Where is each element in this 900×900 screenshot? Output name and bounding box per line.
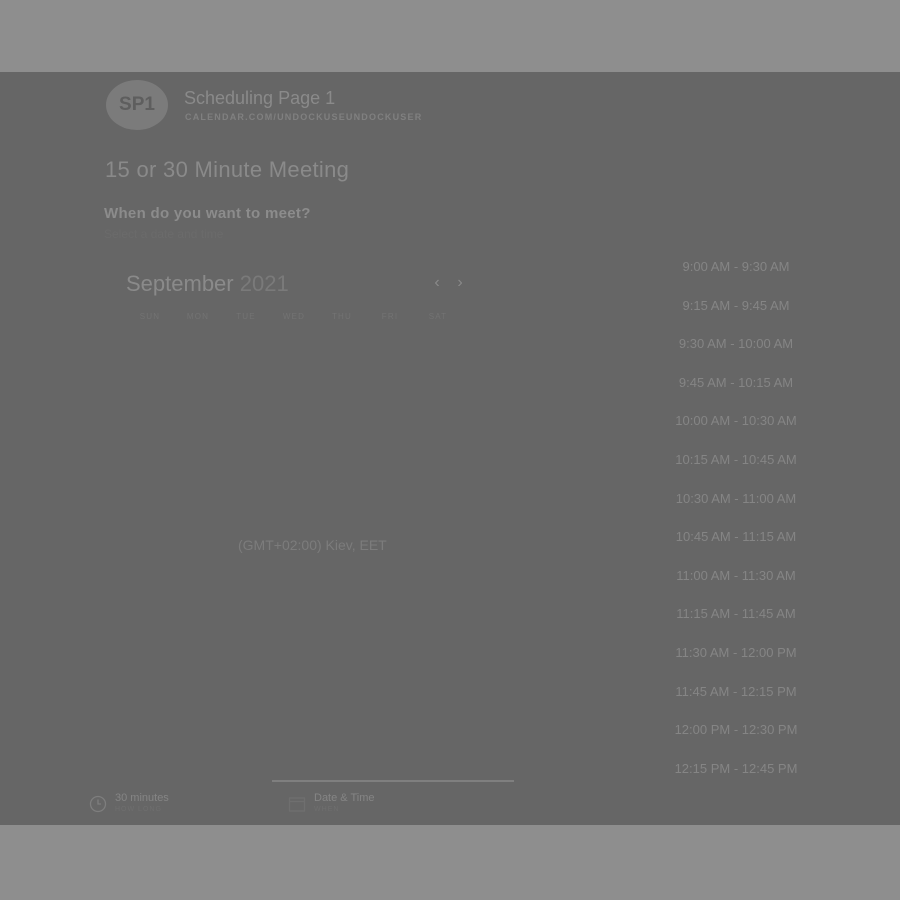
time-slot[interactable]: 11:45 AM - 12:15 PM	[663, 673, 809, 712]
time-slot-list: 9:00 AM - 9:30 AM 9:15 AM - 9:45 AM 9:30…	[663, 248, 809, 788]
time-slot[interactable]: 10:30 AM - 11:00 AM	[663, 480, 809, 519]
time-slot[interactable]: 12:15 PM - 12:45 PM	[663, 750, 809, 789]
duration-step[interactable]: 30 minutes HOW LONG	[89, 792, 169, 813]
weekday-label: FRI	[381, 312, 399, 321]
calendar-icon	[288, 795, 306, 813]
avatar: SP1	[106, 80, 168, 130]
year-label: 2021	[239, 271, 289, 296]
duration-sublabel: HOW LONG	[115, 806, 162, 813]
weekday-label: MON	[186, 312, 210, 321]
time-slot[interactable]: 9:45 AM - 10:15 AM	[663, 364, 809, 403]
when-title: When do you want to meet?	[104, 205, 311, 222]
time-slot[interactable]: 9:15 AM - 9:45 AM	[663, 287, 809, 326]
clock-icon	[89, 795, 107, 813]
chevron-left-icon: ‹	[434, 274, 440, 291]
time-slot[interactable]: 11:30 AM - 12:00 PM	[663, 634, 809, 673]
month-year-label: September 2021	[126, 271, 289, 297]
datetime-sublabel: WHEN	[314, 806, 340, 813]
weekday-label: WED	[282, 312, 306, 321]
weekday-label: SAT	[428, 312, 448, 321]
time-slot[interactable]: 11:15 AM - 11:45 AM	[663, 595, 809, 634]
timezone-selector[interactable]: (GMT+02:00) Kiev, EET	[238, 537, 387, 553]
page-url: CALENDAR.COM/UNDOCKUSEUNDOCKUSER	[185, 112, 423, 122]
time-slot[interactable]: 12:00 PM - 12:30 PM	[663, 711, 809, 750]
when-subtitle: Select a date and time	[104, 227, 224, 241]
weekday-label: TUE	[236, 312, 256, 321]
datetime-label: Date & Time	[314, 792, 375, 804]
meeting-title: 15 or 30 Minute Meeting	[105, 157, 350, 182]
weekday-label: THU	[331, 312, 353, 321]
datetime-step[interactable]: Date & Time WHEN	[288, 792, 375, 813]
time-slot[interactable]: 11:00 AM - 11:30 AM	[663, 557, 809, 596]
weekday-header: SUN MON TUE WED THU FRI SAT	[126, 312, 462, 321]
next-month-button[interactable]: ›	[451, 272, 469, 294]
time-slot[interactable]: 9:30 AM - 10:00 AM	[663, 325, 809, 364]
month-name: September	[126, 271, 234, 296]
time-slot[interactable]: 10:45 AM - 11:15 AM	[663, 518, 809, 557]
time-slot[interactable]: 10:15 AM - 10:45 AM	[663, 441, 809, 480]
page-name: Scheduling Page 1	[184, 88, 336, 108]
time-slot[interactable]: 9:00 AM - 9:30 AM	[663, 248, 809, 287]
time-slot[interactable]: 10:00 AM - 10:30 AM	[663, 402, 809, 441]
weekday-label: SUN	[139, 312, 161, 321]
duration-label: 30 minutes	[115, 792, 169, 804]
scheduling-panel: SP1 Scheduling Page 1 CALENDAR.COM/UNDOC…	[0, 72, 900, 825]
step-progress-bar	[272, 780, 514, 782]
prev-month-button[interactable]: ‹	[428, 272, 446, 294]
chevron-right-icon: ›	[457, 274, 463, 291]
